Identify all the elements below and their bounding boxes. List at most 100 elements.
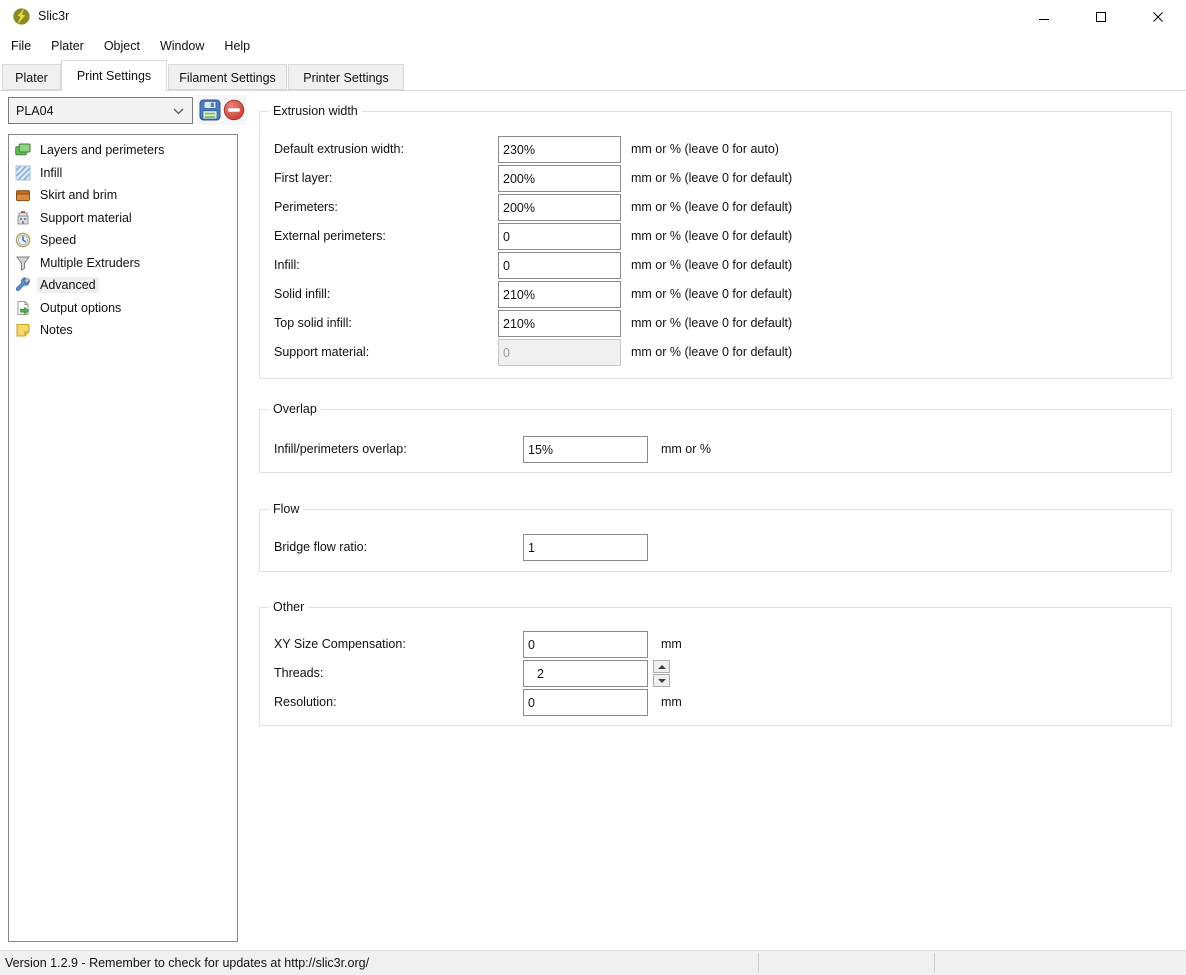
minimize-button[interactable] — [1015, 0, 1072, 33]
sidebar-item-notes[interactable]: Notes — [9, 319, 237, 342]
sidebar-item-speed[interactable]: Speed — [9, 229, 237, 252]
field-label: Infill: — [274, 252, 300, 279]
infill-icon — [15, 165, 31, 181]
sidebar-item-label: Output options — [37, 300, 124, 316]
sidebar-item-skirt-and-brim[interactable]: Skirt and brim — [9, 184, 237, 207]
notes-icon — [15, 322, 31, 338]
slic3r-logo-icon — [12, 7, 31, 26]
save-preset-button[interactable] — [199, 99, 222, 122]
menu-item-object[interactable]: Object — [94, 33, 150, 60]
status-message: Version 1.2.9 - Remember to check for up… — [5, 951, 369, 975]
field-hint: mm or % (leave 0 for default) — [631, 194, 792, 221]
input-xy-size-compensation[interactable] — [523, 631, 648, 658]
extruders-icon — [15, 255, 31, 271]
sidebar-item-label: Support material — [37, 210, 135, 226]
triangle-up-icon — [658, 665, 666, 669]
sidebar-item-layers-and-perimeters[interactable]: Layers and perimeters — [9, 139, 237, 162]
layers-icon — [15, 142, 31, 158]
menu-item-file[interactable]: File — [1, 33, 41, 60]
field-row: Solid infill: mm or % (leave 0 for defau… — [260, 281, 1171, 308]
input-threads[interactable] — [523, 660, 648, 687]
sidebar-item-label: Multiple Extruders — [37, 255, 143, 271]
input-bridge-flow-ratio[interactable] — [523, 534, 648, 561]
menu-item-help[interactable]: Help — [214, 33, 260, 60]
field-row: Infill/perimeters overlap: mm or % — [260, 436, 1171, 463]
field-label: XY Size Compensation: — [274, 631, 406, 658]
preset-toolbar — [197, 95, 247, 125]
sidebar-item-label: Notes — [37, 322, 76, 338]
save-icon — [199, 99, 221, 121]
input-perimeters[interactable] — [498, 194, 621, 221]
field-hint: mm or % — [661, 436, 711, 463]
field-hint: mm or % (leave 0 for default) — [631, 165, 792, 192]
preset-select[interactable]: PLA04 — [8, 97, 193, 124]
field-label: Bridge flow ratio: — [274, 534, 367, 561]
input-infill-perimeters-overlap[interactable] — [523, 436, 648, 463]
field-label: Resolution: — [274, 689, 337, 716]
sidebar-item-infill[interactable]: Infill — [9, 162, 237, 185]
sidebar-item-label: Skirt and brim — [37, 187, 120, 203]
maximize-button[interactable] — [1072, 0, 1129, 33]
input-solid-infill[interactable] — [498, 281, 621, 308]
support-icon — [15, 210, 31, 226]
input-external-perimeters[interactable] — [498, 223, 621, 250]
field-label: Threads: — [274, 660, 323, 687]
spinner-up-button[interactable] — [653, 660, 670, 673]
sidebar-item-advanced[interactable]: Advanced — [9, 274, 237, 297]
tab-printer-settings[interactable]: Printer Settings — [288, 64, 404, 90]
menu-bar: File Plater Object Window Help — [0, 33, 1186, 60]
status-divider — [758, 953, 759, 973]
spinner-down-button[interactable] — [653, 674, 670, 687]
sidebar-item-label: Layers and perimeters — [37, 142, 167, 158]
sidebar-item-label: Infill — [37, 165, 65, 181]
field-row: Infill: mm or % (leave 0 for default) — [260, 252, 1171, 279]
field-row: External perimeters: mm or % (leave 0 fo… — [260, 223, 1171, 250]
status-divider — [934, 953, 935, 973]
input-default-extrusion-width[interactable] — [498, 136, 621, 163]
input-resolution[interactable] — [523, 689, 648, 716]
field-hint: mm or % (leave 0 for default) — [631, 310, 792, 337]
field-label: External perimeters: — [274, 223, 386, 250]
title-bar: Slic3r — [0, 0, 1186, 33]
sidebar-item-multiple-extruders[interactable]: Multiple Extruders — [9, 252, 237, 275]
input-first-layer[interactable] — [498, 165, 621, 192]
group-extrusion-width: Extrusion width Default extrusion width:… — [259, 111, 1172, 379]
menu-item-plater[interactable]: Plater — [41, 33, 94, 60]
sidebar-item-label: Speed — [37, 232, 79, 248]
output-icon — [15, 300, 31, 316]
field-row: Support material: mm or % (leave 0 for d… — [260, 339, 1171, 366]
field-label: Default extrusion width: — [274, 136, 404, 163]
group-title: Overlap — [269, 401, 321, 417]
delete-icon — [223, 99, 245, 121]
field-row: Default extrusion width: mm or % (leave … — [260, 136, 1171, 163]
group-title: Other — [269, 599, 308, 615]
sidebar-item-output-options[interactable]: Output options — [9, 297, 237, 320]
field-row: Bridge flow ratio: — [260, 534, 1171, 561]
sidebar-item-support-material[interactable]: Support material — [9, 207, 237, 230]
input-infill[interactable] — [498, 252, 621, 279]
speed-icon — [15, 232, 31, 248]
tab-plater[interactable]: Plater — [2, 64, 61, 90]
field-label: Solid infill: — [274, 281, 330, 308]
delete-preset-button[interactable] — [223, 99, 246, 122]
triangle-down-icon — [658, 679, 666, 683]
window-title: Slic3r — [38, 0, 69, 33]
close-button[interactable] — [1129, 0, 1186, 33]
skirt-icon — [15, 187, 31, 203]
tab-filament-settings[interactable]: Filament Settings — [168, 64, 287, 90]
preset-value: PLA04 — [16, 104, 54, 118]
window-controls — [1015, 0, 1186, 33]
input-top-solid-infill[interactable] — [498, 310, 621, 337]
field-hint: mm or % (leave 0 for default) — [631, 281, 792, 308]
chevron-down-icon — [173, 104, 184, 118]
field-row: Perimeters: mm or % (leave 0 for default… — [260, 194, 1171, 221]
tab-bar: Plater Print Settings Filament Settings … — [0, 60, 1186, 90]
field-hint: mm or % (leave 0 for default) — [631, 339, 792, 366]
group-title: Extrusion width — [269, 103, 362, 119]
input-support-material — [498, 339, 621, 366]
wrench-icon — [15, 277, 31, 293]
field-row: Top solid infill: mm or % (leave 0 for d… — [260, 310, 1171, 337]
tab-print-settings[interactable]: Print Settings — [61, 60, 167, 91]
print-settings-page: PLA04 — [0, 90, 1186, 951]
menu-item-window[interactable]: Window — [150, 33, 214, 60]
